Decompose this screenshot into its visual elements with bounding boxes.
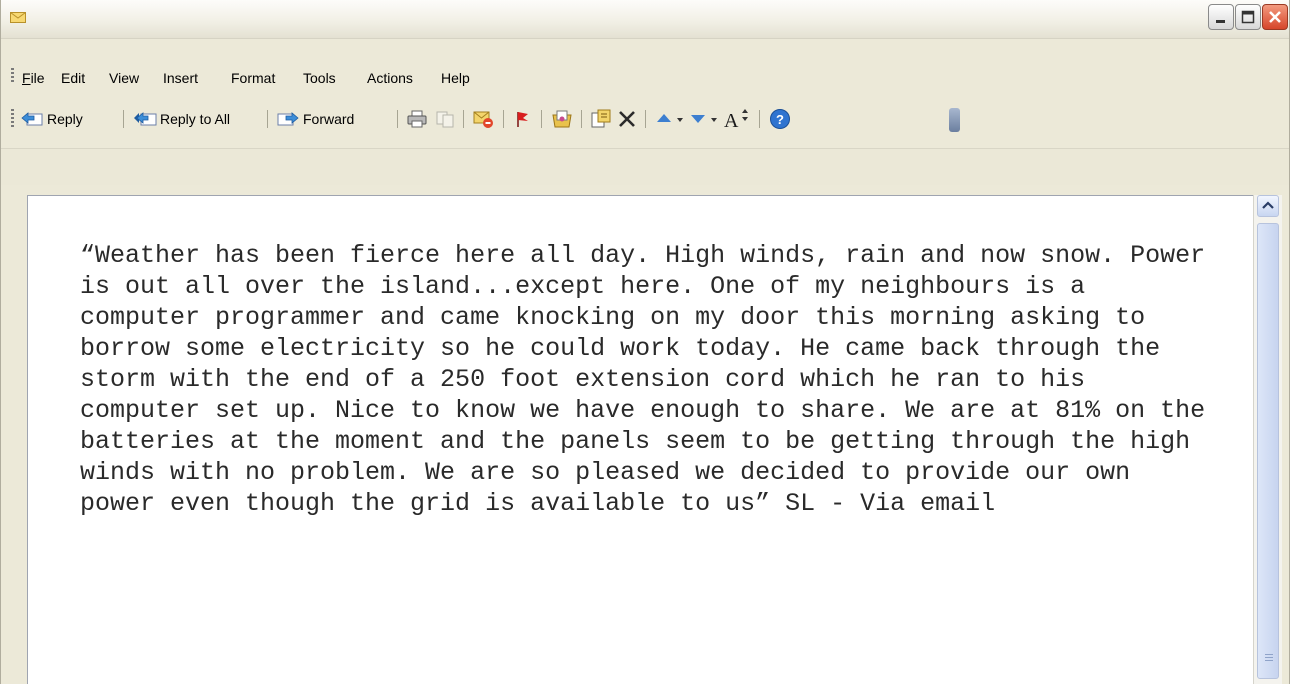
previous-item-icon [657,114,683,122]
address-book-button[interactable] [551,107,573,131]
message-window: File Edit View Insert Format Tools Actio… [0,0,1290,684]
toolbar-separator [397,110,398,128]
standard-toolbar: Reply Reply to All Forward A ? [1,100,1289,136]
vertical-scrollbar[interactable] [1253,195,1282,684]
close-icon [1269,11,1281,23]
address-book-icon [552,110,572,128]
menu-insert[interactable]: Insert [163,70,198,86]
scroll-thumb[interactable] [1257,223,1279,679]
print-icon [407,110,427,128]
toolbar-separator [123,110,124,128]
toolbar-separator [759,110,760,128]
flag-button[interactable] [513,107,531,131]
menu-actions[interactable]: Actions [367,70,413,86]
help-button[interactable]: ? [769,107,791,131]
scroll-thumb-grip [1265,654,1273,662]
previous-item-button[interactable] [655,107,685,131]
maximize-button[interactable] [1235,4,1261,30]
title-bar[interactable] [1,0,1289,39]
reply-icon [21,112,43,126]
menu-file[interactable]: File [22,70,45,86]
print-button[interactable] [407,107,427,131]
copy-button[interactable] [435,107,455,131]
menu-help[interactable]: Help [441,70,470,86]
menu-bar-grip[interactable] [11,68,14,84]
next-item-icon [691,115,717,123]
forward-label: Forward [303,111,355,127]
message-header-strip [1,148,1289,185]
toolbar-separator [267,110,268,128]
minimize-button[interactable] [1208,4,1234,30]
copy-icon [436,111,454,128]
next-item-button[interactable] [689,107,719,131]
svg-text:?: ? [776,112,784,127]
menu-tools[interactable]: Tools [303,70,336,86]
toolbar-grip[interactable] [11,109,14,129]
delete-icon [619,111,635,127]
close-button[interactable] [1262,4,1288,30]
chevron-up-icon [1262,201,1274,209]
toolbar-separator [503,110,504,128]
reply-all-icon [134,112,157,126]
minimize-icon [1216,20,1225,23]
reply-all-label: Reply to All [160,111,231,127]
menu-edit[interactable]: Edit [61,70,85,86]
font-size-icon: A [724,109,748,130]
move-to-folder-button[interactable] [473,107,495,131]
menu-bar: File Edit View Insert Format Tools Actio… [1,64,1289,92]
font-size-button[interactable]: A [723,107,751,131]
reply-all-button[interactable]: Reply to All [133,107,230,131]
maximize-icon [1241,10,1255,24]
toolbar-separator [541,110,542,128]
toolbar-separator [645,110,646,128]
toolbar-separator [463,110,464,128]
svg-text:A: A [724,110,739,130]
forward-button[interactable]: Forward [277,107,354,131]
message-body-pane[interactable]: “Weather has been fierce here all day. H… [27,195,1254,684]
toolbar-options-icon[interactable] [949,108,960,132]
menu-format[interactable]: Format [231,70,275,86]
categorize-button[interactable] [591,107,611,131]
help-icon: ? [770,109,790,129]
delete-button[interactable] [617,107,637,131]
flag-icon [517,112,528,127]
message-body-text: “Weather has been fierce here all day. H… [80,241,1221,518]
scroll-up-button[interactable] [1257,195,1279,217]
toolbar-separator [581,110,582,128]
move-to-folder-icon [473,111,493,128]
categorize-icon [591,109,611,128]
reply-button[interactable]: Reply [21,107,83,131]
menu-view[interactable]: View [109,70,139,86]
menu-file-label: ile [30,70,45,86]
reply-label: Reply [47,111,83,127]
forward-icon [277,112,299,126]
menu-file-accel: F [22,70,31,86]
envelope-icon [10,12,26,23]
